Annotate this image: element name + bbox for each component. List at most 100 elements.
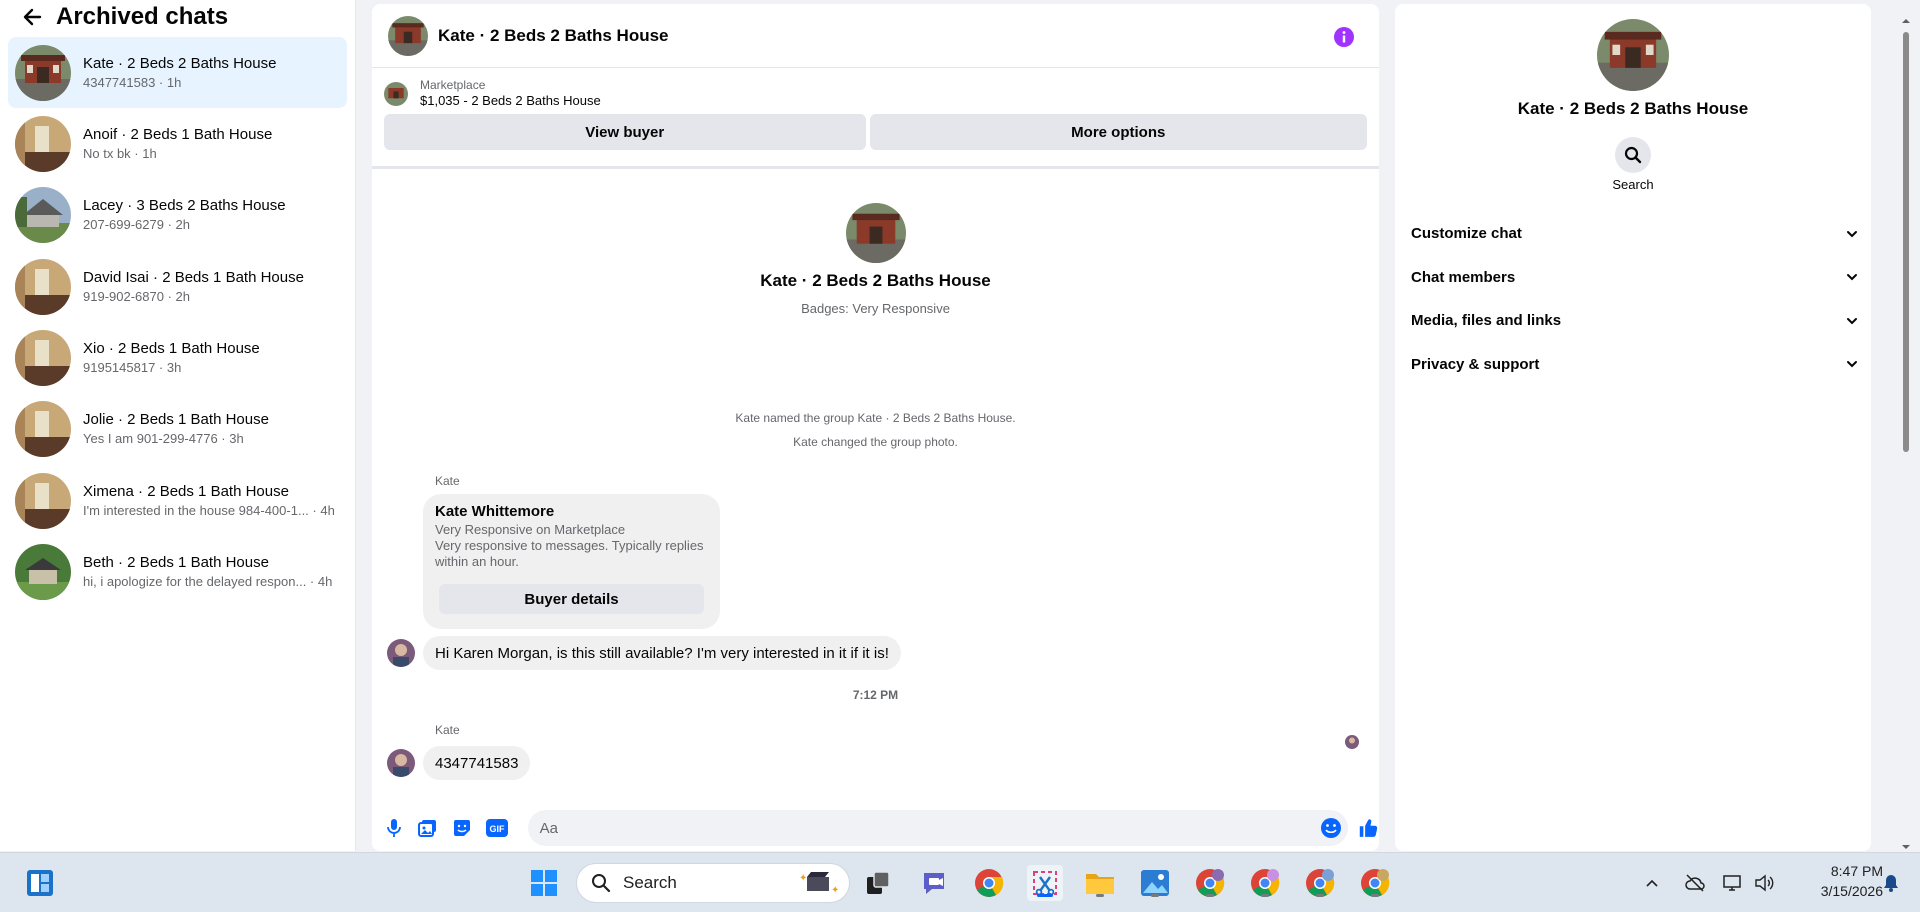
message-thread: Kate · 2 Beds 2 Baths House Badges: Very…: [372, 169, 1379, 805]
back-arrow-icon[interactable]: [22, 7, 42, 27]
listing-thumbnail-brick-house: [15, 44, 71, 101]
chrome-profile-3-icon[interactable]: [1302, 865, 1338, 901]
thumbs-up-icon[interactable]: [1358, 816, 1379, 840]
buyer-details-button[interactable]: Buyer details: [439, 584, 704, 614]
conversation-title[interactable]: Kate · 2 Beds 2 Baths House: [438, 26, 669, 46]
search-icon: [592, 874, 611, 893]
sender-name: Kate: [435, 474, 460, 488]
chat-name: Beth · 2 Beds 1 Bath House: [83, 554, 269, 572]
scrollbar-thumb[interactable]: [1903, 32, 1909, 452]
chat-list-item[interactable]: Beth · 2 Beds 1 Bath House hi, i apologi…: [8, 537, 347, 608]
file-explorer-icon[interactable]: [1082, 865, 1118, 901]
chat-list-item[interactable]: Xio · 2 Beds 1 Bath House 9195145817 · 3…: [8, 323, 347, 394]
snipping-tool-icon[interactable]: [1027, 865, 1063, 901]
message-bubble[interactable]: Hi Karen Morgan, is this still available…: [423, 636, 901, 670]
chevron-down-icon: [1847, 274, 1857, 281]
page-title: Archived chats: [56, 3, 229, 30]
section-customize-chat[interactable]: Customize chat: [1411, 212, 1859, 256]
chrome-profile-4-icon[interactable]: [1357, 865, 1393, 901]
info-icon[interactable]: [1333, 26, 1355, 48]
chevron-down-icon: [1847, 317, 1857, 325]
active-app-indicator: [1037, 894, 1053, 897]
message-input[interactable]: Aa: [527, 810, 1348, 846]
chevron-up-icon[interactable]: [1644, 875, 1660, 891]
listing-thumbnail-room: [15, 115, 71, 172]
chat-list-item[interactable]: Ximena · 2 Beds 1 Bath House I'm interes…: [8, 465, 347, 536]
running-app-indicator: [1151, 894, 1159, 897]
search-in-conversation-button[interactable]: Search: [1603, 137, 1663, 192]
buyer-responsiveness: Very responsive to messages. Typically r…: [435, 538, 704, 569]
network-icon[interactable]: [1722, 874, 1744, 892]
archived-chats-sidebar: Archived chats Kate · 2 Beds 2 Baths Hou…: [0, 0, 356, 851]
listing-thumbnail-room: [15, 258, 71, 315]
clock-date: 3/15/2026: [1820, 883, 1883, 899]
chevron-down-icon: [1847, 361, 1857, 368]
scroll-up-icon[interactable]: [1900, 16, 1912, 26]
buyer-card: Kate Whittemore Very Responsive on Marke…: [423, 494, 720, 629]
message-composer: GIF Aa: [372, 805, 1379, 851]
scroll-down-icon[interactable]: [1900, 842, 1912, 852]
chat-name: Anoif · 2 Beds 1 Bath House: [83, 125, 273, 143]
emoji-icon[interactable]: [1320, 817, 1342, 839]
listing-thumbnail-room: [15, 330, 71, 387]
taskbar-search-label: Search: [623, 873, 677, 892]
section-label: Customize chat: [1411, 225, 1522, 243]
section-label: Media, files and links: [1411, 312, 1562, 330]
chat-info-avatar: [1597, 19, 1669, 91]
chat-list-item[interactable]: Kate · 2 Beds 2 Baths House 4347741583 ·…: [8, 37, 347, 108]
section-media-files-links[interactable]: Media, files and links: [1411, 299, 1859, 343]
chat-name: Kate · 2 Beds 2 Baths House: [83, 54, 277, 72]
section-label: Privacy & support: [1411, 355, 1540, 373]
section-chat-members[interactable]: Chat members: [1411, 256, 1859, 300]
search-highlight-icon: ✦✦: [799, 872, 839, 896]
chat-info-panel: Kate · 2 Beds 2 Baths House Search Custo…: [1395, 4, 1871, 851]
page-scrollbar[interactable]: [1900, 16, 1912, 852]
chat-list-item[interactable]: David Isai · 2 Beds 1 Bath House 919-902…: [8, 251, 347, 322]
conversation-avatar[interactable]: [388, 15, 428, 56]
cloud-offline-icon[interactable]: [1684, 874, 1706, 892]
marketplace-label: Marketplace: [420, 78, 486, 92]
chat-name: Ximena · 2 Beds 1 Bath House: [83, 482, 289, 500]
svg-text:✦: ✦: [831, 885, 839, 896]
system-message: Kate changed the group photo.: [793, 435, 958, 449]
message-bubble[interactable]: 4347741583: [423, 746, 531, 780]
notification-bell-icon[interactable]: [1883, 874, 1899, 892]
marketplace-banner: Marketplace $1,035 - 2 Beds 2 Baths Hous…: [372, 68, 1379, 169]
buyer-badge: Very Responsive on Marketplace: [435, 522, 626, 537]
photos-icon[interactable]: [1137, 865, 1173, 901]
message-input-placeholder: Aa: [539, 819, 558, 837]
sticker-icon[interactable]: [452, 817, 472, 839]
view-buyer-button[interactable]: View buyer: [384, 114, 866, 150]
intro-badges: Badges: Very Responsive: [801, 301, 950, 316]
sender-name: Kate: [435, 723, 460, 737]
chat-info-name: Kate · 2 Beds 2 Baths House: [1517, 99, 1749, 118]
volume-icon[interactable]: [1754, 874, 1774, 892]
chat-list-item[interactable]: Jolie · 2 Beds 1 Bath House Yes I am 901…: [8, 394, 347, 465]
chrome-profile-2-icon[interactable]: [1247, 865, 1283, 901]
chrome-profile-1-icon[interactable]: [1192, 865, 1228, 901]
chat-list-item[interactable]: Lacey · 3 Beds 2 Baths House 207-699-627…: [8, 180, 347, 251]
system-tray: [1644, 853, 1774, 912]
system-message: Kate named the group Kate · 2 Beds 2 Bat…: [735, 411, 1016, 425]
windows-taskbar: Search ✦ ✦ 8:47 PM 3/15/2026: [0, 852, 1920, 912]
task-view-icon[interactable]: [860, 865, 896, 901]
teams-chat-icon[interactable]: [916, 865, 952, 901]
photo-icon[interactable]: [417, 817, 438, 839]
taskbar-clock[interactable]: 8:47 PM 3/15/2026: [1789, 861, 1883, 901]
widgets-icon[interactable]: [22, 865, 58, 901]
chat-preview: 919-902-6870 · 2h: [83, 288, 190, 304]
chat-list-item[interactable]: Anoif · 2 Beds 1 Bath House No tx bk · 1…: [8, 108, 347, 179]
chat-name: Xio · 2 Beds 1 Bath House: [83, 340, 260, 358]
more-options-button[interactable]: More options: [869, 114, 1367, 150]
start-menu-icon[interactable]: [526, 865, 562, 901]
chrome-icon[interactable]: [971, 865, 1007, 901]
svg-text:✦: ✦: [799, 873, 807, 884]
gif-icon[interactable]: GIF: [485, 817, 508, 839]
taskbar-search[interactable]: Search ✦ ✦: [576, 863, 850, 903]
section-privacy-support[interactable]: Privacy & support: [1411, 343, 1859, 387]
listing-thumbnail-green-house: [15, 544, 71, 601]
running-app-indicator: [1096, 894, 1104, 897]
listing-title[interactable]: $1,035 - 2 Beds 2 Baths House: [420, 92, 601, 110]
microphone-icon[interactable]: [384, 817, 404, 839]
chat-preview: 4347741583 · 1h: [83, 74, 182, 90]
